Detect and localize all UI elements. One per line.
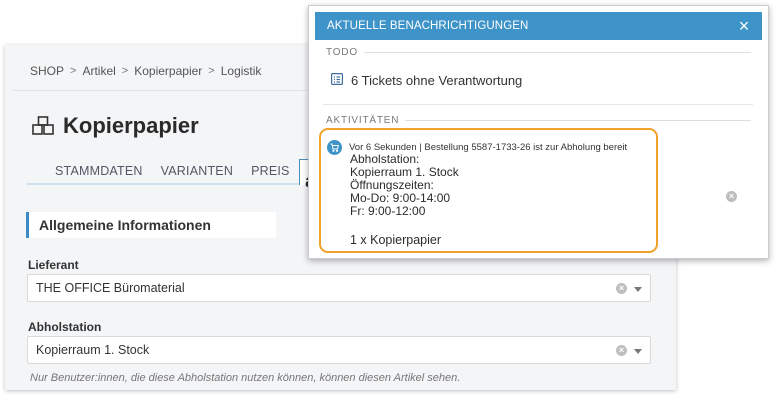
chevron-down-icon[interactable]	[634, 349, 642, 354]
list-icon	[331, 73, 344, 88]
todo-label: TODO	[326, 47, 358, 58]
pickup-label: Abholstation	[28, 320, 102, 334]
pickup-select[interactable]: Kopierraum 1. Stock ×	[27, 336, 651, 364]
notifications-panel: AKTUELLE BENACHRICHTIGUNGEN × TODO 6 Tic…	[308, 5, 769, 259]
dismiss-icon[interactable]: ×	[726, 191, 737, 202]
cart-icon	[327, 140, 342, 155]
tab-varianten[interactable]: VARIANTEN	[151, 159, 243, 185]
activity-line: Fr: 9:00-12:00	[350, 204, 426, 218]
tab-preis[interactable]: PREIS	[242, 159, 299, 185]
supplier-select[interactable]: THE OFFICE Büromaterial ×	[27, 274, 651, 302]
supplier-label: Lieferant	[28, 258, 79, 272]
breadcrumb-item-logistik[interactable]: Logistik	[221, 64, 262, 78]
divider	[405, 120, 751, 121]
breadcrumb-item-shop[interactable]: SHOP	[30, 64, 64, 78]
notifications-header: AKTUELLE BENACHRICHTIGUNGEN ×	[315, 12, 762, 40]
chevron-right-icon: >	[70, 65, 77, 77]
title-row: Kopierpapier	[31, 113, 199, 139]
close-icon[interactable]: ×	[736, 17, 752, 35]
todo-text: 6 Tickets ohne Verantwortung	[351, 73, 523, 88]
pickup-value: Kopierraum 1. Stock	[36, 343, 150, 357]
activity-label: AKTIVITÄTEN	[326, 115, 400, 126]
supplier-value: THE OFFICE Büromaterial	[36, 281, 185, 295]
tab-bar: STAMMDATEN VARIANTEN PREIS LO	[27, 159, 334, 185]
pickup-hint: Nur Benutzer:innen, die diese Abholstati…	[30, 372, 461, 384]
breadcrumb-item-kopierpapier[interactable]: Kopierpapier	[134, 64, 202, 78]
chevron-down-icon[interactable]	[634, 287, 642, 292]
todo-section-label: TODO	[326, 47, 751, 58]
clear-icon[interactable]: ×	[616, 283, 627, 294]
page-title: Kopierpapier	[63, 113, 199, 138]
activity-item[interactable]: Vor 6 Sekunden | Bestellung 5587-1733-26…	[323, 128, 753, 258]
todo-item[interactable]: 6 Tickets ohne Verantwortung	[331, 73, 522, 88]
breadcrumb-item-artikel[interactable]: Artikel	[82, 64, 115, 78]
divider	[323, 104, 753, 105]
chevron-right-icon: >	[121, 65, 129, 77]
activity-quantity: 1 x Kopierpapier	[350, 233, 442, 247]
section-title: Allgemeine Informationen	[26, 212, 276, 238]
divider	[363, 52, 751, 53]
tab-stammdaten[interactable]: STAMMDATEN	[27, 159, 152, 185]
breadcrumb: SHOP > Artikel > Kopierpapier > Logistik	[30, 64, 261, 78]
clear-icon[interactable]: ×	[616, 345, 627, 356]
boxes-icon	[31, 115, 55, 137]
activity-details: Abholstation: Kopierraum 1. Stock Öffnun…	[350, 153, 459, 218]
notifications-title: AKTUELLE BENACHRICHTIGUNGEN	[327, 20, 529, 32]
activity-section-label: AKTIVITÄTEN	[326, 115, 751, 126]
chevron-right-icon: >	[208, 65, 215, 77]
